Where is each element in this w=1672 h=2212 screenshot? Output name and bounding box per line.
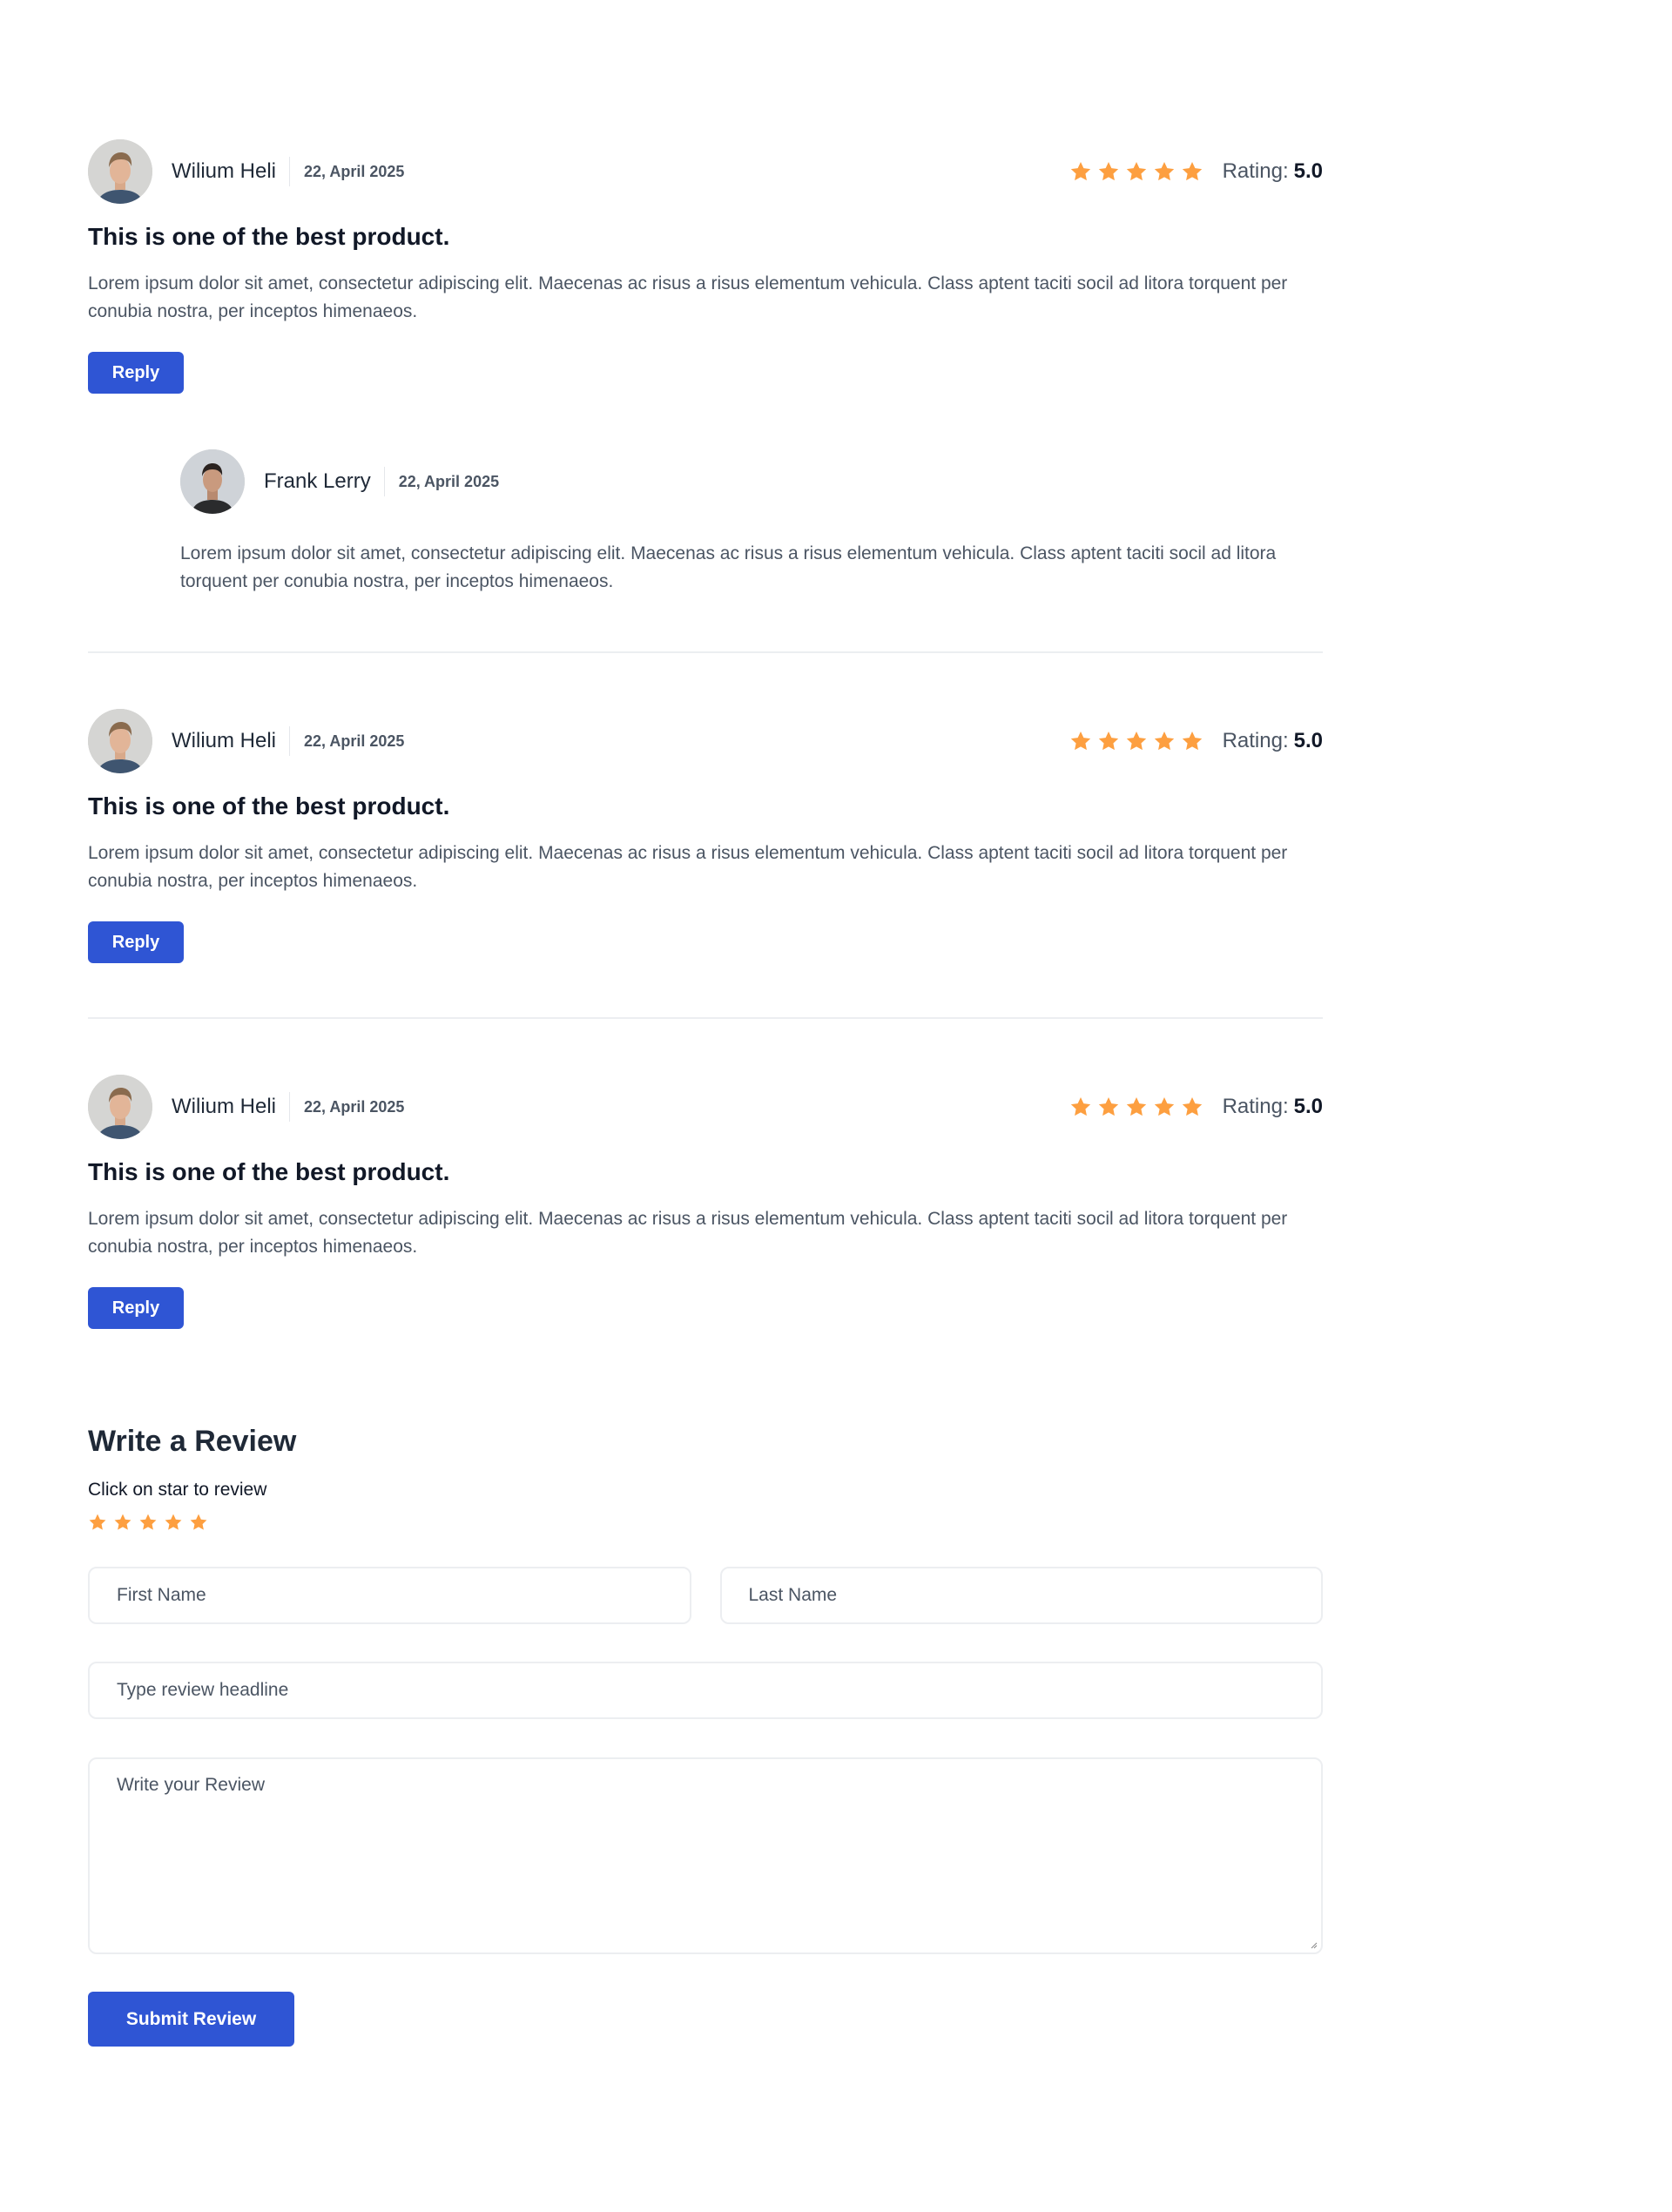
divider bbox=[88, 1017, 1323, 1019]
reply-item: Frank Lerry 22, April 2025 Lorem ipsum d… bbox=[180, 449, 1323, 596]
review-date: 22, April 2025 bbox=[304, 732, 405, 750]
star-icon[interactable] bbox=[113, 1513, 132, 1532]
avatar bbox=[88, 1075, 152, 1139]
review-author: Wilium Heli 22, April 2025 bbox=[88, 139, 404, 204]
star-hint: Click on star to review bbox=[88, 1480, 267, 1500]
review-date: 22, April 2025 bbox=[304, 1097, 405, 1116]
review-item: Wilium Heli 22, April 2025 Rating: 5.0 T… bbox=[88, 1075, 1323, 1329]
review-rating: Rating: 5.0 bbox=[1069, 729, 1323, 753]
avatar bbox=[88, 709, 152, 773]
star-icon bbox=[1097, 1096, 1120, 1118]
reply-button[interactable]: Reply bbox=[88, 1287, 184, 1329]
review-date: 22, April 2025 bbox=[304, 162, 405, 180]
headline-input[interactable]: Type review headline bbox=[88, 1662, 1323, 1719]
rating-stars bbox=[1069, 1096, 1203, 1118]
reply-button[interactable]: Reply bbox=[88, 352, 184, 394]
star-icon bbox=[1153, 160, 1176, 183]
review-textarea-placeholder: Write your Review bbox=[117, 1775, 265, 1795]
review-author: Wilium Heli 22, April 2025 bbox=[88, 709, 404, 773]
star-icon bbox=[1069, 730, 1092, 752]
review-textarea[interactable]: Write your Review bbox=[88, 1757, 1323, 1954]
avatar bbox=[88, 139, 152, 204]
divider bbox=[88, 651, 1323, 653]
reply-author: Frank Lerry 22, April 2025 bbox=[180, 449, 1323, 514]
star-icon bbox=[1181, 1096, 1203, 1118]
star-icon[interactable] bbox=[189, 1513, 208, 1532]
review-rating: Rating: 5.0 bbox=[1069, 159, 1323, 184]
name-row: First Name Last Name bbox=[88, 1567, 1323, 1624]
review-body: Lorem ipsum dolor sit amet, consectetur … bbox=[88, 843, 1288, 891]
star-icon bbox=[1069, 1096, 1092, 1118]
star-icon[interactable] bbox=[88, 1513, 107, 1532]
rating-label: Rating: bbox=[1222, 729, 1289, 752]
submit-review-button[interactable]: Submit Review bbox=[88, 1992, 294, 2047]
star-icon bbox=[1153, 1096, 1176, 1118]
rating-label: Rating: bbox=[1222, 159, 1289, 183]
star-icon bbox=[1125, 160, 1148, 183]
star-icon bbox=[1097, 730, 1120, 752]
rating-stars bbox=[1069, 730, 1203, 752]
first-name-input[interactable]: First Name bbox=[88, 1567, 691, 1624]
rating-stars bbox=[1069, 160, 1203, 183]
form-title: Write a Review bbox=[88, 1425, 297, 1458]
review-title: This is one of the best product. bbox=[88, 792, 450, 819]
review-body: Lorem ipsum dolor sit amet, consectetur … bbox=[88, 273, 1288, 321]
reply-button[interactable]: Reply bbox=[88, 921, 184, 963]
rating-value: 5.0 bbox=[1293, 729, 1323, 752]
author-name: Wilium Heli bbox=[172, 726, 290, 756]
rating-label: Rating: bbox=[1222, 1095, 1289, 1118]
last-name-input[interactable]: Last Name bbox=[719, 1567, 1323, 1624]
resize-handle-icon[interactable] bbox=[1309, 1940, 1318, 1949]
review-item: Wilium Heli 22, April 2025 Rating: 5.0 T… bbox=[88, 709, 1323, 963]
star-icon[interactable] bbox=[164, 1513, 183, 1532]
reply-date: 22, April 2025 bbox=[398, 472, 500, 490]
star-icon bbox=[1181, 730, 1203, 752]
rating-value: 5.0 bbox=[1293, 1095, 1323, 1118]
author-name: Wilium Heli bbox=[172, 157, 290, 186]
review-header: Wilium Heli 22, April 2025 Rating: 5.0 bbox=[88, 709, 1323, 773]
star-icon bbox=[1153, 730, 1176, 752]
star-icon bbox=[1181, 160, 1203, 183]
rating-input bbox=[88, 1513, 1323, 1532]
review-header: Wilium Heli 22, April 2025 Rating: 5.0 bbox=[88, 139, 1323, 204]
author-name: Wilium Heli bbox=[172, 1092, 290, 1122]
review-title: This is one of the best product. bbox=[88, 1158, 450, 1185]
avatar bbox=[180, 449, 245, 514]
write-review-form: Write a Review Click on star to review F… bbox=[88, 1425, 1323, 2047]
star-icon bbox=[1125, 730, 1148, 752]
reply-body: Lorem ipsum dolor sit amet, consectetur … bbox=[180, 543, 1277, 591]
star-icon bbox=[1125, 1096, 1148, 1118]
star-icon[interactable] bbox=[138, 1513, 158, 1532]
review-author: Wilium Heli 22, April 2025 bbox=[88, 1075, 404, 1139]
review-item: Wilium Heli 22, April 2025 Rating: 5.0 T… bbox=[88, 139, 1323, 596]
review-rating: Rating: 5.0 bbox=[1069, 1095, 1323, 1119]
author-name: Frank Lerry bbox=[264, 467, 385, 496]
star-icon bbox=[1069, 160, 1092, 183]
review-title: This is one of the best product. bbox=[88, 223, 450, 250]
review-header: Wilium Heli 22, April 2025 Rating: 5.0 bbox=[88, 1075, 1323, 1139]
reviews-container: Wilium Heli 22, April 2025 Rating: 5.0 T… bbox=[88, 0, 1323, 2047]
review-body: Lorem ipsum dolor sit amet, consectetur … bbox=[88, 1209, 1288, 1257]
rating-value: 5.0 bbox=[1293, 159, 1323, 183]
star-icon bbox=[1097, 160, 1120, 183]
